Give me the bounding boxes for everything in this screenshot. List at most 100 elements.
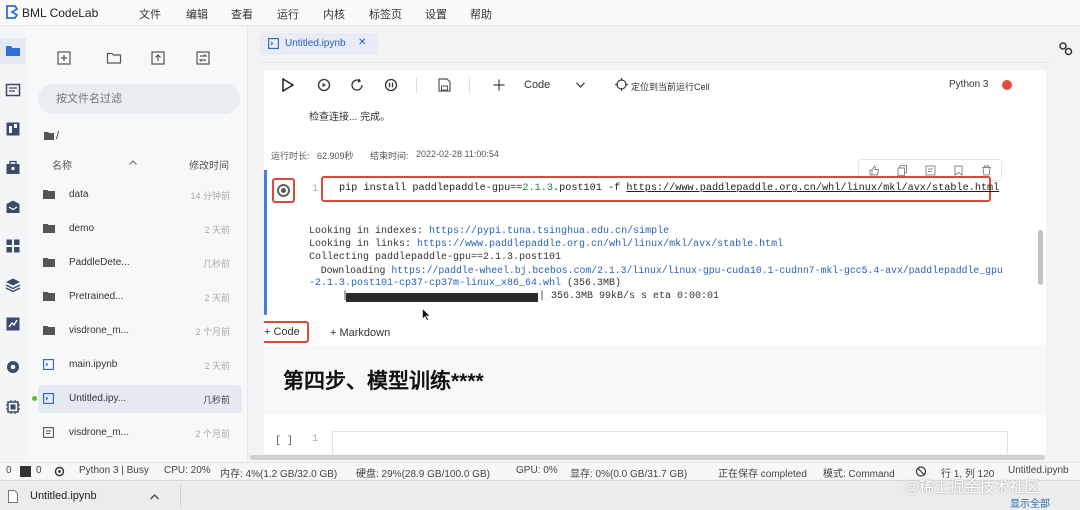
kernel-status[interactable]: Python 3 | Busy (79, 465, 149, 476)
kernel-name[interactable]: Python 3 (949, 79, 988, 90)
right-rail (1050, 26, 1080, 462)
dataset-icon[interactable] (5, 121, 21, 137)
output-link-find[interactable]: https://www.paddlepaddle.org.cn/whl/linu… (417, 239, 783, 250)
menu-tabs[interactable]: 标签页 (369, 6, 402, 22)
menu-file[interactable]: 文件 (139, 6, 161, 22)
folder-icon (43, 292, 55, 301)
active-cell-indicator (264, 170, 267, 315)
cell-type-select[interactable]: Code (524, 79, 550, 91)
file-row[interactable]: demo 2 天前 (38, 215, 242, 243)
file-name: visdrone_m... (69, 427, 130, 438)
package-icon[interactable] (5, 160, 21, 176)
add-code-cell-button[interactable]: + Code (264, 321, 309, 343)
restart-kernel-icon[interactable] (350, 78, 364, 92)
tab-untitled-ipynb[interactable]: Untitled.ipynb ✕ (260, 33, 378, 55)
layers-icon[interactable] (5, 277, 21, 293)
folder-icon[interactable] (5, 43, 21, 59)
file-filter-input[interactable] (38, 84, 240, 114)
previous-output-text: 检查连接... 完成。 (309, 112, 391, 123)
folder-icon (43, 190, 55, 199)
file-modified-time: 2 天前 (204, 225, 230, 235)
thumbs-up-icon[interactable] (869, 165, 880, 176)
menu-kernel[interactable]: 内核 (323, 6, 345, 22)
menu-settings[interactable]: 设置 (425, 6, 447, 22)
code-url[interactable]: https://www.paddlepaddle.org.cn/whl/linu… (626, 183, 999, 194)
restart-run-icon[interactable] (317, 78, 331, 92)
save-status: 正在保存 completed (718, 469, 807, 480)
locate-crosshair-icon[interactable] (615, 78, 628, 91)
output-line-5: -2.1.3.post101-cp37-cp37m-linux_x86_64.w… (309, 278, 622, 289)
output-link-download[interactable]: https://paddle-wheel.bj.bcebos.com/2.1.3… (391, 265, 1002, 276)
end-time-value: 2022-02-28 11:00:54 (416, 149, 499, 159)
add-markdown-cell-button[interactable]: + Markdown (330, 327, 390, 339)
vertical-scrollbar[interactable] (1038, 230, 1043, 285)
kernel-status-dot (1002, 80, 1012, 90)
output-link-wheel[interactable]: -2.1.3.post101-cp37-cp37m-linux_x86_64.w… (309, 278, 561, 289)
output-line-4: Downloading https://paddle-wheel.bj.bceb… (309, 265, 1003, 276)
new-folder-icon[interactable] (106, 50, 122, 66)
settings-gear-icon[interactable] (5, 359, 21, 375)
folder-icon (43, 326, 55, 335)
paste-cell-icon[interactable] (925, 165, 936, 176)
bookmark-icon[interactable] (953, 165, 964, 176)
file-row[interactable]: Untitled.ipy... 几秒前 (32, 385, 242, 413)
property-inspector-gear-icon[interactable] (1058, 41, 1073, 56)
copy-cell-icon[interactable] (897, 165, 908, 176)
cell-run-status-button[interactable] (272, 178, 295, 203)
locate-running-cell-button[interactable]: 定位到当前运行Cell (631, 80, 710, 93)
column-header-modified[interactable]: 修改时间 (189, 157, 229, 172)
file-modified-time: 2 个月前 (195, 429, 230, 439)
horizontal-scrollbar[interactable] (250, 455, 1045, 460)
tab-bar: Untitled.ipynb ✕ (248, 26, 1050, 62)
chevron-down-icon[interactable] (576, 82, 585, 88)
mouse-cursor-icon (422, 308, 431, 321)
file-row[interactable]: Pretrained... 2 天前 (38, 283, 242, 311)
show-all-downloads-link[interactable]: 显示全部 (1010, 495, 1050, 510)
folder-icon (43, 258, 55, 267)
run-icon[interactable] (282, 78, 294, 92)
file-row[interactable]: data 14 分钟前 (38, 181, 242, 209)
file-modified-time: 14 分钟前 (190, 191, 230, 201)
menu-run[interactable]: 运行 (277, 6, 299, 22)
file-modified-time: 2 个月前 (195, 327, 230, 337)
cell-line-number: 1 (312, 184, 319, 195)
download-file-icon (8, 490, 18, 503)
file-modified-time: 几秒前 (202, 259, 230, 269)
notebook-area: 检查连接... 完成。 运行时长: 62.909秒 结束时间: 2022-02-… (264, 100, 1046, 454)
run-time-label: 运行时长: (271, 151, 310, 161)
insert-cell-icon[interactable] (493, 79, 505, 91)
inbox-icon[interactable] (5, 199, 21, 215)
download-divider (180, 485, 181, 507)
new-file-icon[interactable] (56, 50, 72, 66)
chart-icon[interactable] (5, 316, 21, 332)
clipped-output-line (309, 100, 579, 103)
terminal-icon[interactable] (5, 82, 21, 98)
file-row[interactable]: PaddleDete... 几秒前 (38, 249, 242, 277)
empty-cell-line-number: 1 (312, 434, 319, 445)
menu-view[interactable]: 查看 (231, 6, 253, 22)
file-modified-time: 2 天前 (204, 293, 230, 303)
output-link-index[interactable]: https://pypi.tuna.tsinghua.edu.cn/simple (429, 226, 669, 237)
tab-close-icon[interactable]: ✕ (358, 37, 366, 48)
upload-icon[interactable] (150, 50, 166, 66)
chip-icon[interactable] (5, 399, 21, 415)
refresh-files-icon[interactable] (195, 50, 211, 66)
empty-code-editor[interactable] (332, 431, 1008, 454)
menu-help[interactable]: 帮助 (470, 6, 492, 22)
sort-chevron-up-icon[interactable] (129, 160, 137, 165)
memory-usage: 内存: 4%(1.2 GB/32.0 GB) (220, 469, 338, 480)
code-editor[interactable]: pip install paddlepaddle-gpu==2.1.3.post… (321, 176, 999, 202)
extensions-icon[interactable] (5, 238, 21, 254)
file-row[interactable]: visdrone_m... 2 个月前 (38, 317, 242, 345)
save-icon[interactable] (438, 78, 451, 92)
download-item-name[interactable]: Untitled.ipynb (30, 490, 97, 502)
interrupt-icon[interactable] (384, 78, 398, 92)
download-chevron-icon[interactable] (150, 494, 159, 500)
file-row[interactable]: visdrone_m... 2 个月前 (38, 419, 242, 447)
watermark-text: @稀土掘金技术社区 (904, 479, 1040, 496)
menu-edit[interactable]: 编辑 (186, 6, 208, 22)
file-row[interactable]: main.ipynb 2 天前 (38, 351, 242, 379)
activity-rail (0, 26, 26, 462)
column-header-name[interactable]: 名称 (52, 157, 72, 172)
delete-cell-icon[interactable] (981, 165, 992, 176)
